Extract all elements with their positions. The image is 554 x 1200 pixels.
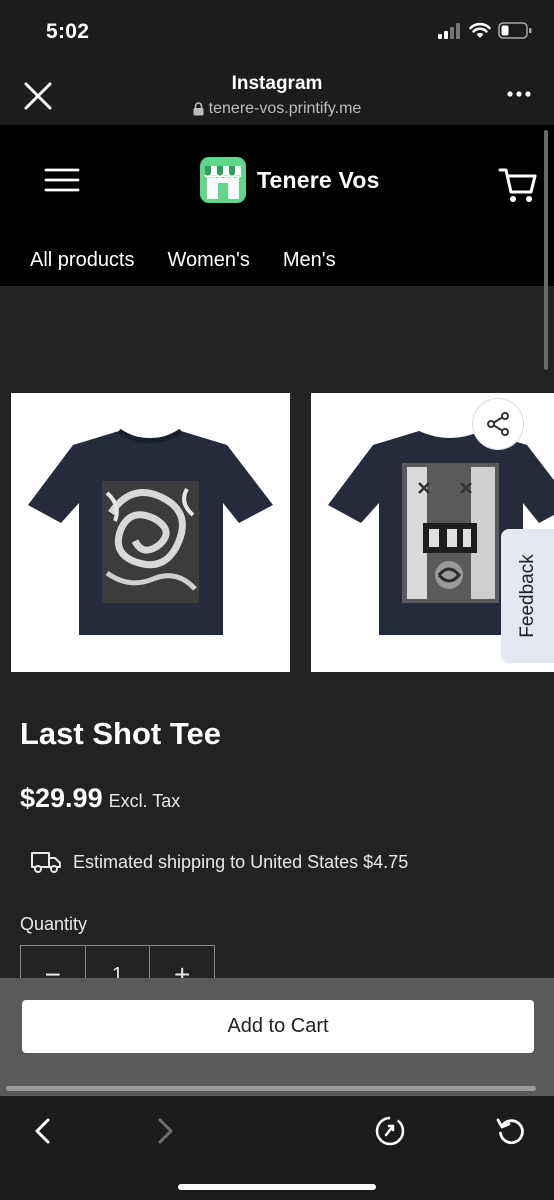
price-row: $29.99 Excl. Tax: [20, 783, 180, 814]
category-womens[interactable]: Women's: [138, 249, 250, 272]
tshirt-front-image: [28, 428, 273, 635]
product-title: Last Shot Tee: [20, 716, 221, 751]
screen: 5:02 Instagram tenere-vos.printify.me Te…: [0, 0, 554, 1200]
feedback-label: Feedback: [516, 554, 538, 638]
cellular-signal-icon: [438, 22, 460, 39]
shipping-text: Estimated shipping to United States $4.7…: [73, 851, 409, 872]
lock-icon: [193, 102, 204, 116]
shopping-cart-icon[interactable]: [498, 165, 538, 205]
product-price: $29.99: [20, 783, 103, 813]
browser-title: Instagram: [231, 73, 323, 94]
store-header: Tenere Vos All products Women's Men's: [0, 125, 554, 286]
category-nav: All products Women's Men's: [0, 249, 339, 272]
product-image-front[interactable]: [11, 393, 290, 672]
wifi-icon: [469, 22, 491, 38]
battery-icon: [498, 22, 532, 39]
share-button[interactable]: [472, 398, 524, 450]
store-name: Tenere Vos: [257, 166, 380, 193]
horizontal-scrollbar: [6, 1086, 536, 1091]
add-to-cart-button[interactable]: Add to Cart: [22, 1000, 534, 1053]
open-in-browser-icon[interactable]: [373, 1114, 407, 1148]
forward-icon[interactable]: [148, 1114, 182, 1148]
quantity-label: Quantity: [20, 914, 88, 934]
page-scrollbar[interactable]: [544, 130, 548, 370]
add-to-cart-bar: Add to Cart: [0, 978, 554, 1096]
status-icons: [438, 22, 532, 39]
reload-icon[interactable]: [494, 1114, 528, 1148]
browser-url: tenere-vos.printify.me: [0, 100, 554, 118]
browser-url-text: tenere-vos.printify.me: [208, 100, 362, 117]
status-bar: 5:02: [0, 0, 554, 64]
category-mens[interactable]: Men's: [253, 249, 336, 272]
storefront-icon: [200, 157, 246, 203]
in-app-browser-header: Instagram tenere-vos.printify.me: [0, 64, 554, 125]
status-time: 5:02: [46, 20, 90, 43]
home-indicator[interactable]: [178, 1184, 376, 1190]
category-all-products[interactable]: All products: [0, 249, 135, 272]
tax-note: Excl. Tax: [108, 791, 181, 811]
hamburger-menu-icon[interactable]: [44, 167, 80, 193]
store-logo[interactable]: Tenere Vos: [199, 156, 380, 204]
shipping-estimate: Estimated shipping to United States $4.7…: [30, 850, 408, 874]
feedback-tab[interactable]: Feedback: [501, 529, 554, 663]
more-options-icon[interactable]: [506, 90, 532, 98]
delivery-truck-icon: [31, 852, 61, 873]
share-icon: [487, 412, 509, 436]
back-icon[interactable]: [26, 1114, 60, 1148]
